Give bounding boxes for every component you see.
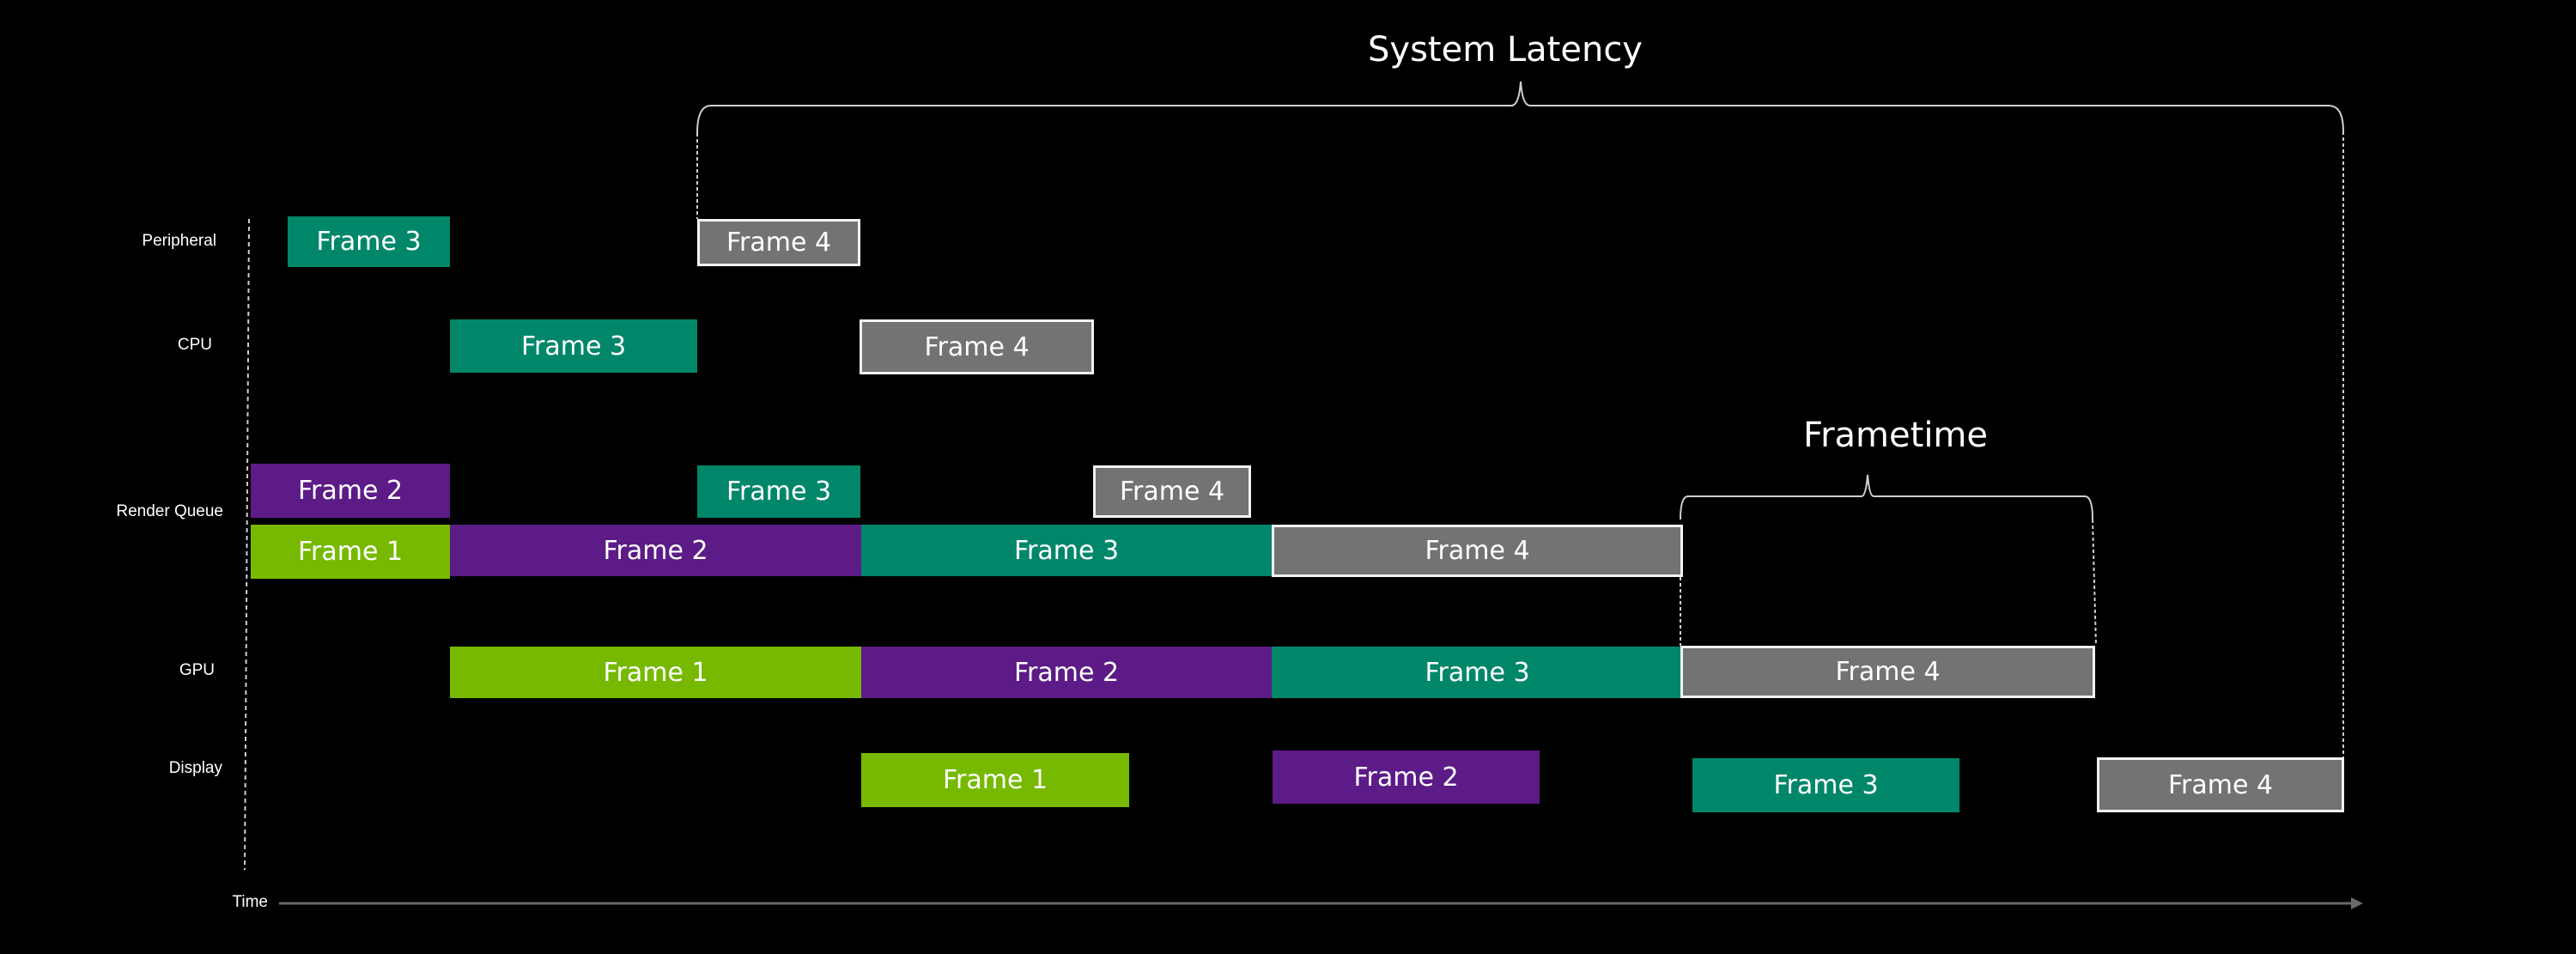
gpu-frame-4: Frame 4 xyxy=(1680,646,2095,698)
render-queue-frame-1: Frame 1 xyxy=(251,525,450,579)
row-label-gpu: GPU xyxy=(179,661,215,679)
render-queue-frame-4: Frame 4 xyxy=(1272,525,1683,577)
cpu-frame-4: Frame 4 xyxy=(860,319,1094,374)
display-frame-3: Frame 3 xyxy=(1692,758,1959,812)
display-frame-2: Frame 2 xyxy=(1273,750,1540,804)
frametime-right-dashed xyxy=(2092,519,2097,647)
render-queue-top-frame-4: Frame 4 xyxy=(1093,465,1251,518)
frametime-bracket xyxy=(1680,474,2093,520)
time-axis-label: Time xyxy=(232,893,268,911)
display-frame-4: Frame 4 xyxy=(2097,757,2344,812)
origin-dashed-line xyxy=(244,218,250,871)
peripheral-frame-3: Frame 3 xyxy=(288,216,450,267)
row-label-display: Display xyxy=(168,759,222,777)
row-label-peripheral: Peripheral xyxy=(142,232,216,250)
system-latency-label: System Latency xyxy=(1368,30,1643,70)
render-queue-frame-3: Frame 3 xyxy=(861,525,1272,576)
render-queue-top-frame-2: Frame 2 xyxy=(251,464,450,518)
row-label-cpu: CPU xyxy=(177,336,212,354)
row-label-render-queue: Render Queue xyxy=(116,502,223,520)
display-frame-1: Frame 1 xyxy=(861,753,1129,807)
system-latency-bracket xyxy=(696,81,2344,134)
render-queue-top-frame-3: Frame 3 xyxy=(697,465,860,518)
time-axis-arrow-icon xyxy=(2351,897,2363,909)
gpu-frame-1: Frame 1 xyxy=(450,647,861,698)
render-queue-frame-2: Frame 2 xyxy=(450,525,861,576)
cpu-frame-3: Frame 3 xyxy=(450,319,697,373)
peripheral-frame-4: Frame 4 xyxy=(697,219,860,266)
gpu-frame-2: Frame 2 xyxy=(861,647,1272,698)
frametime-label: Frametime xyxy=(1803,416,1988,455)
gpu-frame-3: Frame 3 xyxy=(1272,647,1683,698)
